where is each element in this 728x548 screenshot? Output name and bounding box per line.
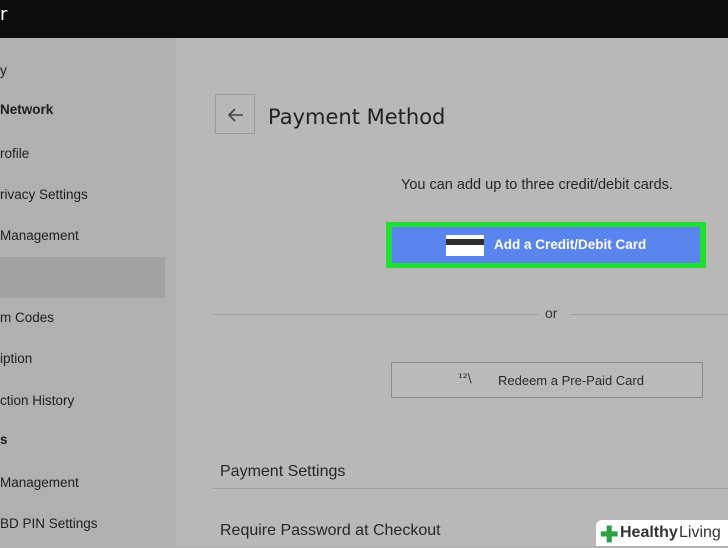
sidebar-item-management-2[interactable]: Management: [0, 475, 79, 490]
sidebar-item-subscription[interactable]: iption: [0, 351, 32, 366]
divider-left: [213, 314, 538, 315]
watermark-brand-light: Living: [679, 524, 721, 541]
add-card-label: Add a Credit/Debit Card: [494, 237, 647, 252]
sidebar-header-settings: s: [0, 432, 8, 447]
arrow-left-icon: [227, 108, 243, 122]
redeem-prepaid-button[interactable]: ¹²\ Redeem a Pre-Paid Card: [391, 362, 703, 398]
app-logo-fragment: r: [0, 4, 8, 25]
info-text: You can add up to three credit/debit car…: [401, 177, 673, 193]
section-divider: [213, 488, 728, 489]
sidebar-item-privacy-settings[interactable]: rivacy Settings: [0, 187, 88, 202]
sidebar-header-network: Network: [0, 102, 54, 117]
sidebar-item-1[interactable]: y: [0, 63, 7, 78]
sidebar-item-transaction-history[interactable]: ction History: [0, 393, 74, 408]
sidebar-item-selected[interactable]: [0, 257, 165, 298]
back-button[interactable]: [215, 94, 255, 134]
sidebar-item-codes[interactable]: m Codes: [0, 310, 54, 325]
credit-card-icon: [446, 235, 484, 256]
require-password-setting[interactable]: Require Password at Checkout: [220, 522, 441, 540]
sidebar-item-bd-pin-settings[interactable]: BD PIN Settings: [0, 516, 98, 531]
divider-right: [570, 314, 728, 315]
sidebar-item-management[interactable]: Management: [0, 228, 79, 243]
payment-settings-heading: Payment Settings: [220, 463, 346, 480]
prepaid-card-icon: ¹²\: [458, 371, 472, 385]
page-title: Payment Method: [268, 105, 446, 129]
redeem-label: Redeem a Pre-Paid Card: [498, 373, 644, 388]
sidebar-item-profile[interactable]: rofile: [0, 146, 29, 161]
watermark-brand-bold: Healthy: [620, 524, 678, 541]
or-separator: or: [545, 305, 558, 321]
watermark: ✚ Healthy Living: [596, 520, 728, 547]
top-bar: r: [0, 0, 728, 38]
plus-icon: ✚: [600, 522, 619, 547]
add-card-button[interactable]: Add a Credit/Debit Card: [392, 227, 700, 263]
